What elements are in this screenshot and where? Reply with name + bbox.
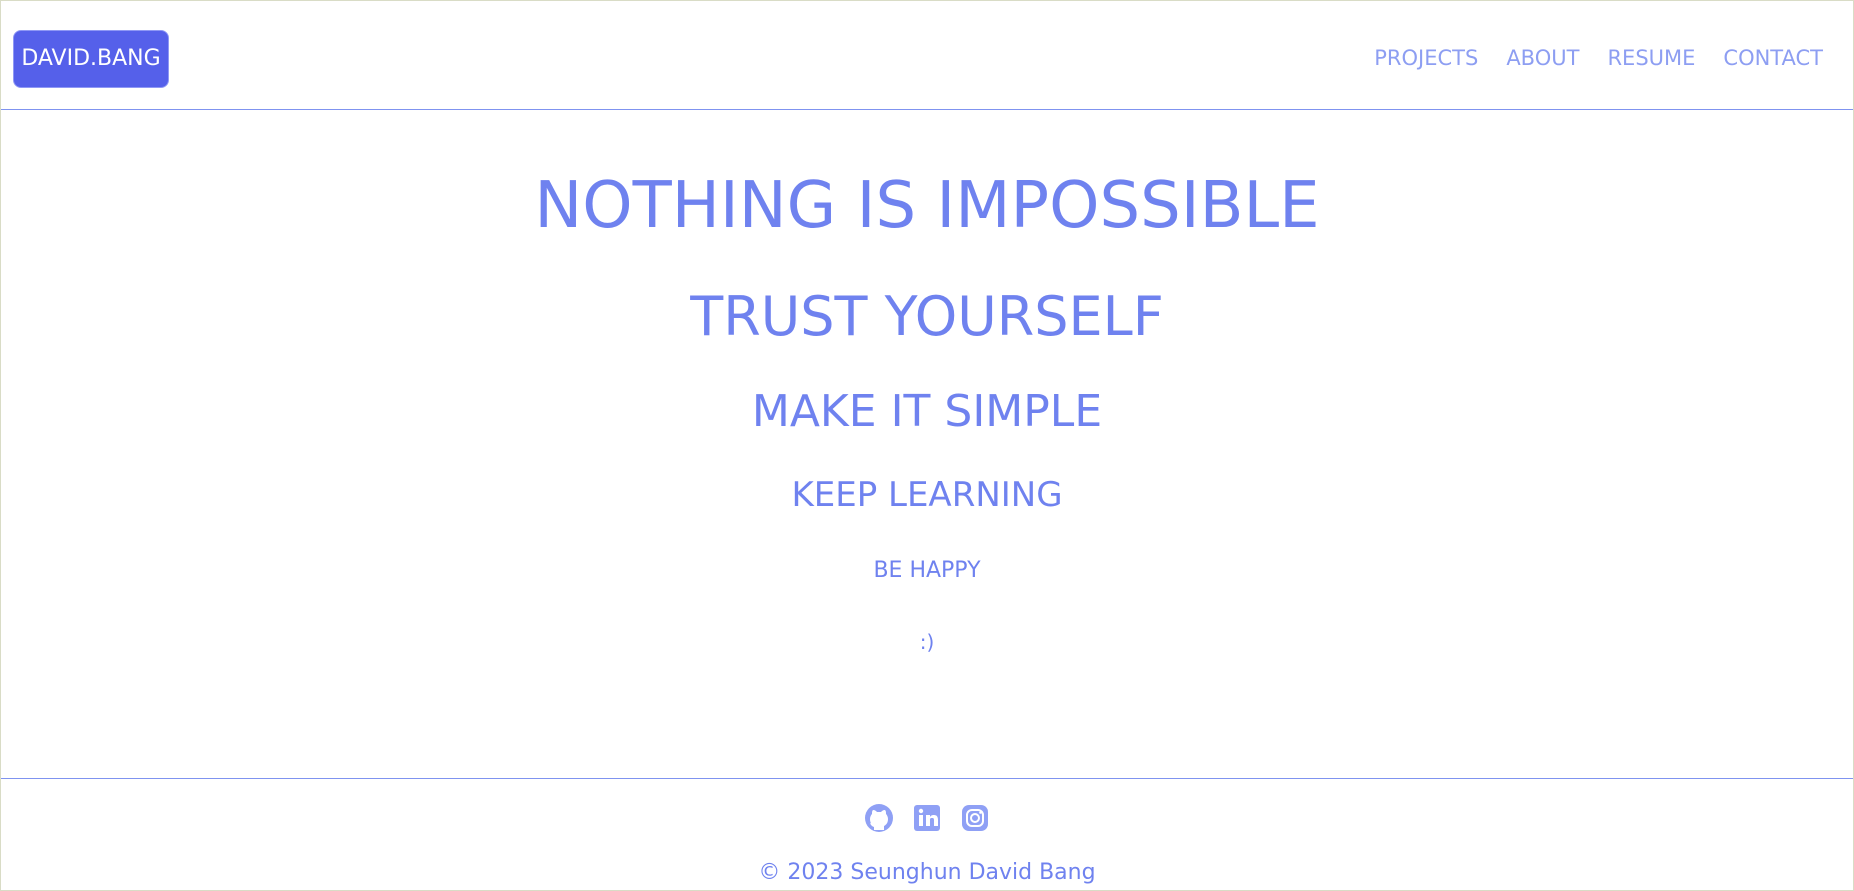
slogan-be-happy: BE HAPPY (873, 558, 981, 583)
copyright-text: © 2023 Seunghun David Bang (758, 860, 1096, 885)
portfolio-page: DAVID.BANG PROJECTS ABOUT RESUME CONTACT… (0, 0, 1854, 891)
nav-about-link[interactable]: ABOUT (1506, 43, 1579, 73)
brand-button[interactable]: DAVID.BANG (13, 30, 169, 88)
hero-section: NOTHING IS IMPOSSIBLE TRUST YOURSELF MAK… (1, 110, 1853, 778)
site-header: DAVID.BANG PROJECTS ABOUT RESUME CONTACT (1, 1, 1853, 110)
social-links (1, 803, 1853, 833)
slogan-nothing-impossible: NOTHING IS IMPOSSIBLE (534, 169, 1320, 243)
nav-resume-link[interactable]: RESUME (1607, 43, 1695, 73)
main-navigation: PROJECTS ABOUT RESUME CONTACT (1374, 43, 1823, 73)
nav-projects-link[interactable]: PROJECTS (1374, 43, 1478, 73)
slogan-make-simple: MAKE IT SIMPLE (751, 386, 1103, 437)
github-icon[interactable] (864, 803, 894, 833)
smiley-text: :) (919, 630, 935, 654)
slogan-trust-yourself: TRUST YOURSELF (690, 285, 1164, 348)
site-footer: © 2023 Seunghun David Bang (1, 778, 1853, 890)
nav-contact-link[interactable]: CONTACT (1723, 43, 1823, 73)
slogan-keep-learning: KEEP LEARNING (791, 475, 1063, 515)
instagram-icon[interactable] (960, 803, 990, 833)
linkedin-icon[interactable] (912, 803, 942, 833)
